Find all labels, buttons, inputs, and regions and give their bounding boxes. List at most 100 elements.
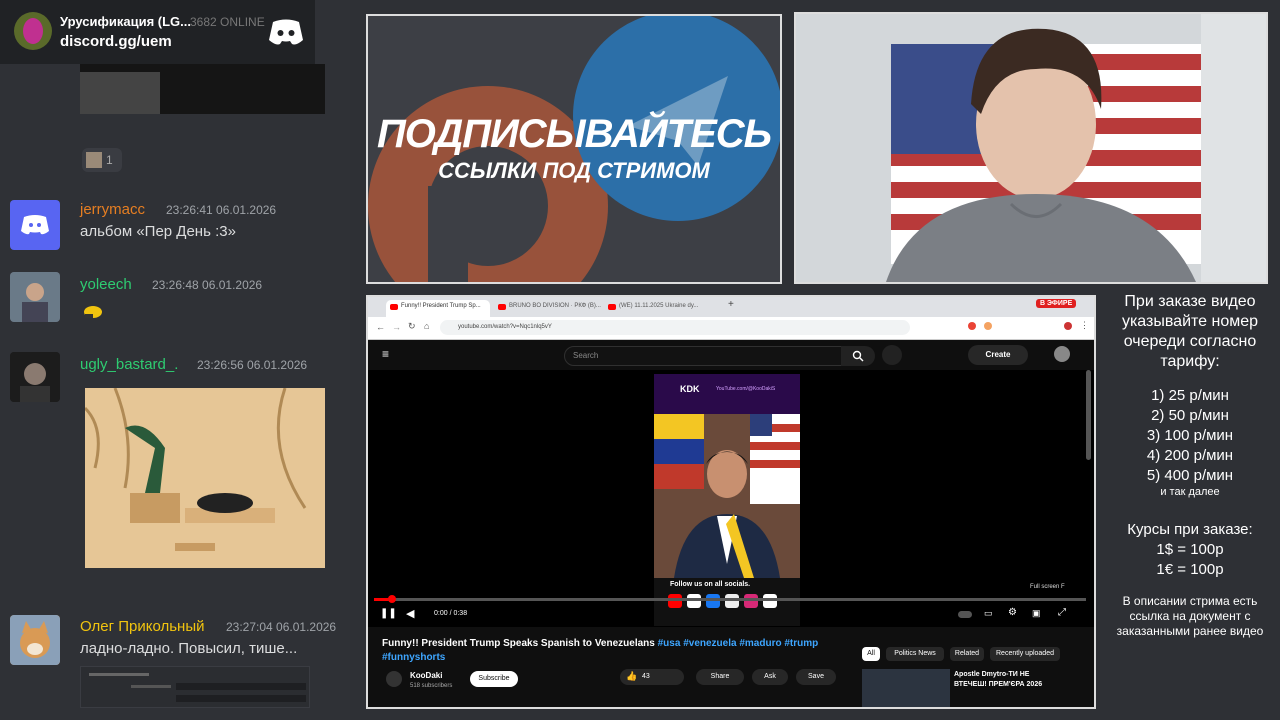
reaction-chip[interactable]: 1 [82, 148, 122, 172]
url-text: youtube.com/watch?v=Nqc1nlq5vY [458, 324, 552, 330]
fullscreen-icon[interactable]: ⤢ [1058, 607, 1066, 618]
forward-icon[interactable]: → [392, 322, 401, 332]
webcam-feed [796, 14, 1266, 282]
subscriber-count: 518 subscribers [410, 683, 453, 689]
extension-icon[interactable] [984, 322, 992, 330]
tab-bar: Funny!! President Trump Sp... BRUNO BO D… [368, 297, 1094, 317]
message-timestamp: 23:26:41 06.01.2026 [166, 203, 277, 217]
tariff-item: 2) 50 р/мин [1151, 407, 1229, 424]
invite-link[interactable]: discord.gg/uem [60, 33, 172, 50]
channel-name[interactable]: KooDaki [410, 671, 442, 680]
voice-search-button[interactable] [882, 345, 902, 365]
tab[interactable]: BRUNO BO DIVISION · РКФ (B)... [494, 300, 601, 317]
tab-title: (WE) 11.11.2025 Ukraine dy... [619, 303, 699, 309]
back-icon[interactable]: ← [376, 322, 385, 332]
reaction-emoji-icon [86, 152, 102, 168]
subscribe-headline: ПОДПИСЫВАЙТЕСЬ [376, 112, 772, 156]
video-player[interactable]: KDK YouTube.com/@KooDakiS Follow us on a… [368, 370, 1094, 627]
save-button[interactable]: Save [796, 669, 836, 685]
tariff-etc: и так далее [1160, 486, 1220, 498]
order-note: При заказе видео указывайте номер очеред… [1121, 293, 1259, 370]
youtube-favicon-icon [608, 304, 616, 310]
miniplayer-icon[interactable]: ▣ [1032, 608, 1041, 619]
image-attachment[interactable] [80, 666, 310, 708]
socials-banner: Follow us on all socials. [654, 578, 800, 626]
tab-title: BRUNO BO DIVISION · РКФ (B)... [509, 303, 601, 309]
search-button[interactable] [841, 346, 875, 366]
instagram-icon [744, 594, 758, 608]
create-button[interactable]: Create [968, 345, 1028, 365]
related-video-title[interactable]: Apostle Dmytro-ТИ НЕ [954, 671, 1029, 678]
online-count: 3682 ONLINE [190, 15, 265, 29]
autoplay-toggle[interactable] [958, 611, 972, 618]
message-username[interactable]: yoleech [80, 276, 132, 293]
message-username[interactable]: jerrymacc [80, 201, 145, 218]
volume-icon[interactable]: ◀ [406, 607, 414, 620]
discord-chat-panel: Урусификация (LG... 3682 ONLINE discord.… [0, 0, 350, 720]
video-hashtags-2[interactable]: #funnyshorts [382, 652, 445, 663]
thumbs-up-icon: 👍 [626, 671, 638, 681]
subscribe-button[interactable]: Subscribe [470, 671, 518, 687]
share-button[interactable]: Share [696, 669, 744, 685]
message-username[interactable]: ugly_bastard_. [80, 356, 178, 373]
discord-server-widget[interactable]: Урусификация (LG... 3682 ONLINE discord.… [0, 0, 315, 64]
rates-title: Курсы при заказе: [1127, 521, 1253, 538]
channel-banner: KDK YouTube.com/@KooDakiS [654, 374, 800, 414]
video-hashtags[interactable]: #usa #venezuela #maduro #trump [658, 638, 819, 649]
menu-icon[interactable]: ⋮ [1080, 320, 1089, 331]
captions-icon[interactable]: ▭ [984, 608, 993, 619]
message-timestamp: 23:27:04 06.01.2026 [226, 620, 337, 634]
new-tab-button[interactable]: + [728, 299, 734, 310]
related-video-thumbnail[interactable] [862, 669, 950, 707]
message-username[interactable]: Олег Прикольный [80, 618, 205, 635]
channel-avatar[interactable] [386, 671, 402, 687]
ask-button[interactable]: Ask [752, 669, 788, 685]
chip-all[interactable]: All [862, 647, 880, 661]
avatar[interactable] [10, 200, 60, 250]
image-attachment[interactable] [80, 64, 325, 114]
server-logo [14, 12, 52, 50]
scrubber-handle[interactable] [388, 595, 396, 603]
channel-url: YouTube.com/@KooDakiS [716, 386, 776, 392]
image-attachment[interactable] [85, 388, 325, 568]
pause-icon[interactable]: ❚❚ [380, 608, 397, 619]
avatar[interactable] [10, 615, 60, 665]
kdk-logo: KDK [680, 384, 700, 394]
youtube-favicon-icon [498, 304, 506, 310]
tab-active[interactable]: Funny!! President Trump Sp... [386, 300, 490, 317]
home-icon[interactable]: ⌂ [424, 321, 429, 331]
chip-recently-uploaded[interactable]: Recently uploaded [990, 647, 1060, 661]
video-info: Funny!! President Trump Speaks Spanish t… [368, 627, 1094, 707]
profile-icon[interactable] [1064, 322, 1072, 330]
reaction-count: 1 [106, 153, 113, 167]
shiba-avatar-icon [10, 615, 60, 665]
hamburger-icon[interactable]: ≡ [382, 347, 389, 361]
scrollbar[interactable] [1086, 370, 1091, 460]
account-avatar[interactable] [1054, 346, 1070, 362]
avatar[interactable] [10, 272, 60, 322]
search-input[interactable]: Search [564, 346, 842, 366]
youtube-favicon-icon [390, 304, 398, 310]
chip-politics-news[interactable]: Politics News [886, 647, 944, 661]
avatar[interactable] [10, 352, 60, 402]
discord-icon [269, 19, 303, 45]
video-title-text: Funny!! President Trump Speaks Spanish t… [382, 638, 655, 649]
search-placeholder: Search [573, 351, 599, 360]
chip-related[interactable]: Related [950, 647, 984, 661]
like-count: 43 [642, 673, 650, 680]
video-title: Funny!! President Trump Speaks Spanish t… [382, 637, 852, 665]
reload-icon[interactable]: ↻ [408, 321, 416, 332]
tariff-item: 3) 100 р/мин [1146, 427, 1234, 444]
server-name: Урусификация (LG... [60, 14, 191, 29]
tab[interactable]: (WE) 11.11.2025 Ukraine dy... [604, 300, 708, 317]
youtube-social-icon [668, 594, 682, 608]
like-button[interactable]: 👍 43 [620, 669, 684, 685]
related-video-title-2[interactable]: ВТЕЧЕШ! ПРЕМ'ЄРА 2026 [954, 681, 1042, 688]
url-field[interactable]: youtube.com/watch?v=Nqc1nlq5vY [440, 320, 910, 335]
order-info-panel: При заказе видео указывайте номер очеред… [1100, 290, 1280, 639]
settings-icon[interactable]: ⚙ [1008, 607, 1017, 618]
progress-bar[interactable] [374, 595, 1086, 603]
subscribe-panel: ПОДПИСЫВАЙТЕСЬ ССЫЛКИ ПОД СТРИМОМ [366, 14, 782, 284]
extension-icon[interactable] [968, 322, 976, 330]
tariff-item: 5) 400 р/мин [1146, 467, 1234, 484]
